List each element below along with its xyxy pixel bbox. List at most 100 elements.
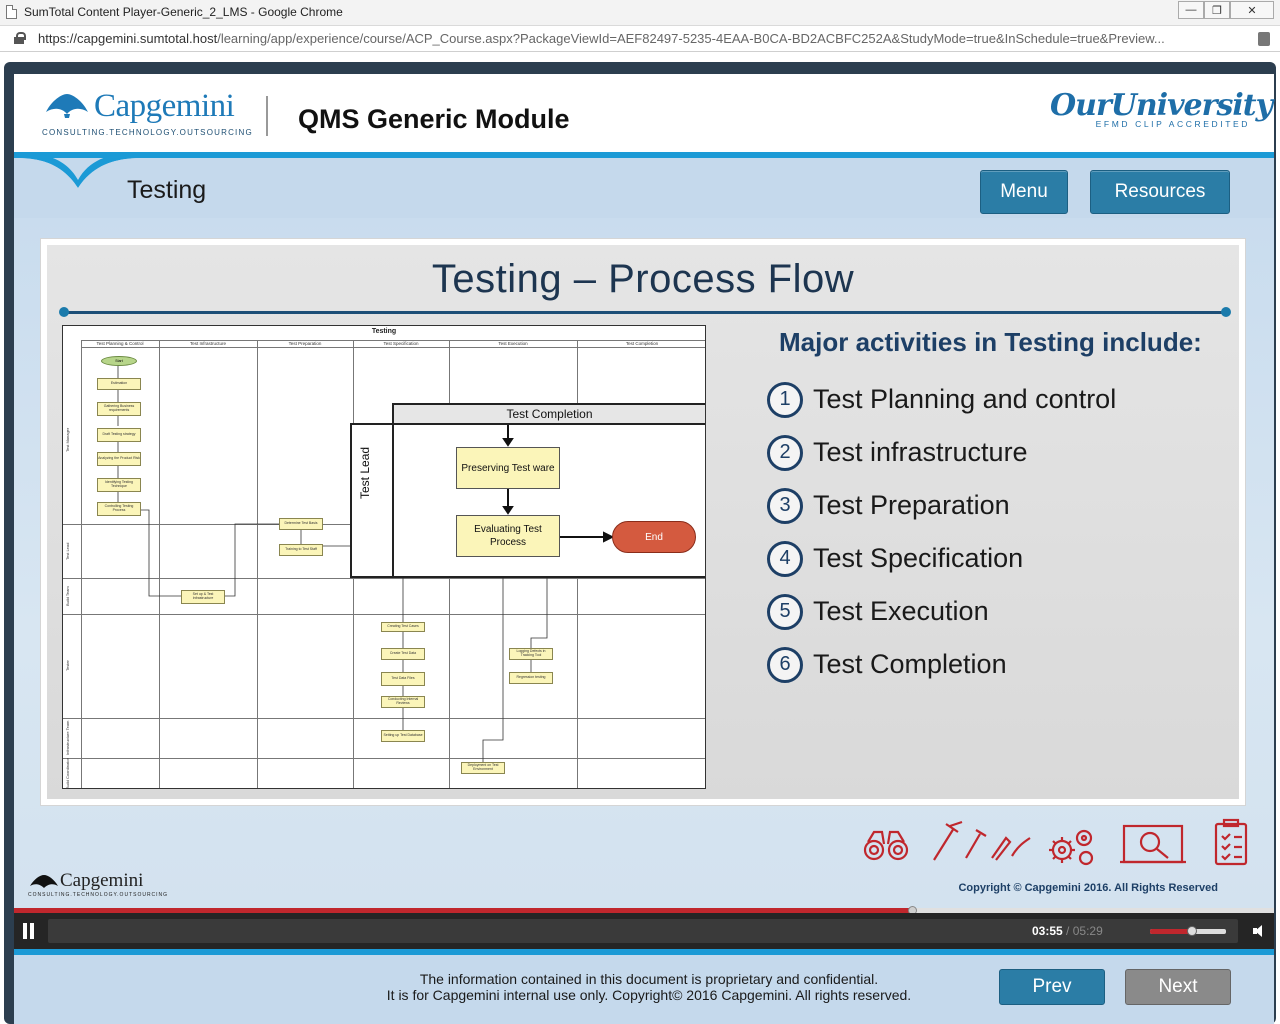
copyright-text: Copyright © Capgemini 2016. All Rights R… — [958, 882, 1218, 894]
url-path: /learning/app/experience/course/ACP_Cour… — [217, 31, 1165, 46]
ouruniversity-wordmark: OurUniversity — [1050, 88, 1273, 123]
footer-tagline: CONSULTING.TECHNOLOGY.OUTSOURCING — [28, 892, 169, 898]
ouruniversity-logo: OurUniversity EFMD CLIP ACCREDITED — [1050, 88, 1273, 140]
activity-item: 6 Test Completion — [767, 638, 1116, 691]
slide-canvas: Testing – Process Flow Testing Test Plan… — [47, 245, 1239, 799]
doc-icon — [6, 5, 17, 19]
activity-number: 4 — [767, 540, 803, 577]
module-title: QMS Generic Module — [298, 104, 570, 134]
maximize-icon[interactable]: ❐ — [1204, 1, 1230, 19]
tools-icon — [933, 820, 1031, 861]
diagram-box: Controlling Testing Process — [97, 502, 141, 516]
slide-footer: Capgemini CONSULTING.TECHNOLOGY.OUTSOURC… — [14, 864, 1274, 910]
diagram-box: Gathering Business requirements — [97, 402, 141, 416]
diagram-box: Logging Defects in Tracking Tool — [509, 648, 553, 660]
browser-titlebar: SumTotal Content Player-Generic_2_LMS - … — [0, 0, 1280, 26]
disclaimer-line2: It is for Capgemini internal use only. C… — [386, 987, 912, 1003]
window-title: SumTotal Content Player-Generic_2_LMS - … — [24, 5, 343, 19]
close-icon[interactable]: ✕ — [1230, 1, 1274, 19]
header-divider — [266, 96, 268, 136]
course-player: Capgemini CONSULTING.TECHNOLOGY.OUTSOURC… — [14, 74, 1274, 1024]
band-notch — [14, 152, 144, 194]
activity-item: 5 Test Execution — [767, 585, 1116, 638]
diagram-box: Draft Testing strategy — [97, 428, 141, 442]
slide-title: Testing – Process Flow — [431, 257, 855, 301]
activity-number: 5 — [767, 593, 803, 630]
diagram-box: Set up & Test Infrastructure — [181, 590, 225, 604]
activity-text: Test infrastructure — [813, 437, 1028, 467]
diagram-box: Creating Test Cases — [381, 622, 425, 632]
capgemini-wordmark: Capgemini — [94, 88, 235, 124]
diagram-box: Determine Test Basis — [279, 518, 323, 530]
activity-number: 2 — [767, 434, 803, 471]
capgemini-tagline: CONSULTING.TECHNOLOGY.OUTSOURCING — [42, 128, 253, 137]
process-flow-diagram: Testing Test Planning & Control Test Inf… — [62, 325, 706, 789]
diagram-start: Start — [101, 356, 137, 366]
binoculars-icon — [863, 830, 909, 861]
bottom-panel: The information contained in this docume… — [14, 955, 1274, 1024]
activity-number: 6 — [767, 646, 803, 683]
capgemini-logo: Capgemini CONSULTING.TECHNOLOGY.OUTSOURC… — [40, 88, 260, 140]
section-title: Testing — [127, 176, 207, 204]
diagram-box: Identifying Testing Technique — [97, 478, 141, 492]
diagram-box: Estimation — [97, 378, 141, 390]
activity-item: 1 Test Planning and control — [767, 373, 1116, 426]
zoom-box-evaluating-line1: Evaluating Test — [474, 524, 542, 535]
zoom-box-evaluating-line2: Process — [489, 537, 527, 548]
volume-fill — [1150, 929, 1192, 934]
url-text[interactable]: https://capgemini.sumtotal.host/learning… — [38, 31, 1258, 46]
current-time: 03:55 — [1032, 924, 1063, 938]
address-bar[interactable]: https://capgemini.sumtotal.host/learning… — [0, 26, 1280, 52]
zoom-end: End — [612, 521, 696, 553]
diagram-box: Analyzing the Product Risk — [97, 452, 141, 466]
spade-logo-icon — [46, 94, 88, 118]
checklist-icon — [1214, 818, 1248, 866]
diagram-box: Setting up Test Database — [381, 730, 425, 742]
activity-text: Test Execution — [813, 596, 989, 626]
menu-button[interactable]: Menu — [980, 170, 1068, 214]
slide-title-rule — [59, 307, 1231, 317]
extension-icon[interactable] — [1258, 32, 1270, 46]
minimize-icon[interactable]: — — [1178, 1, 1204, 19]
activity-number: 1 — [767, 381, 803, 418]
diagram-box: Test Data Files — [381, 672, 425, 686]
spade-logo-icon — [30, 875, 58, 888]
speaker-icon[interactable] — [1252, 923, 1268, 939]
next-button[interactable]: Next — [1125, 969, 1231, 1005]
gears-icon — [1049, 829, 1094, 866]
slide: Testing – Process Flow Testing Test Plan… — [40, 238, 1246, 806]
player-controls: 03:55 / 05:29 — [14, 913, 1274, 949]
zoom-box-preserving: Preserving Test ware — [456, 447, 560, 489]
zoom-box-evaluating: Evaluating Test Process — [456, 515, 560, 557]
lock-icon — [14, 32, 26, 44]
prev-button[interactable]: Prev — [999, 969, 1105, 1005]
activities-heading: Major activities in Testing include: — [779, 327, 1202, 357]
activities-list: 1 Test Planning and control 2 Test infra… — [767, 373, 1116, 691]
activity-text: Test Specification — [813, 543, 1024, 573]
disclaimer-line1: The information contained in this docume… — [419, 971, 879, 987]
diagram-box: Training to Test Staff — [279, 544, 323, 556]
time-separator: / — [1062, 924, 1073, 938]
decorative-icons — [863, 818, 1248, 866]
activity-item: 3 Test Preparation — [767, 479, 1116, 532]
total-time: 05:29 — [1072, 924, 1103, 938]
resources-button[interactable]: Resources — [1090, 170, 1230, 214]
activity-text: Test Preparation — [813, 490, 1010, 520]
url-host: https://capgemini.sumtotal.host — [38, 31, 218, 46]
magnifier-monitor-icon — [1120, 824, 1186, 864]
activity-number: 3 — [767, 487, 803, 524]
activity-text: Test Planning and control — [813, 384, 1117, 414]
diagram-box: Create Test Data — [381, 648, 425, 660]
diagram-box: Conducting Internal Reviews — [381, 696, 425, 708]
activity-item: 2 Test infrastructure — [767, 426, 1116, 479]
player-header: Capgemini CONSULTING.TECHNOLOGY.OUTSOURC… — [14, 74, 1274, 152]
volume-handle[interactable] — [1187, 926, 1197, 936]
time-readout: 03:55 / 05:29 — [1032, 924, 1103, 938]
footer-wordmark: Capgemini — [60, 870, 144, 891]
activity-text: Test Completion — [813, 649, 1007, 679]
diagram-box: Regression testing — [509, 672, 553, 684]
window-controls: — ❐ ✕ — [1178, 1, 1274, 19]
disclaimer: The information contained in this docume… — [334, 971, 964, 1003]
test-completion-zoom: Test Lead Test Completion Preserving Tes… — [350, 403, 705, 578]
pause-icon[interactable] — [22, 923, 36, 939]
